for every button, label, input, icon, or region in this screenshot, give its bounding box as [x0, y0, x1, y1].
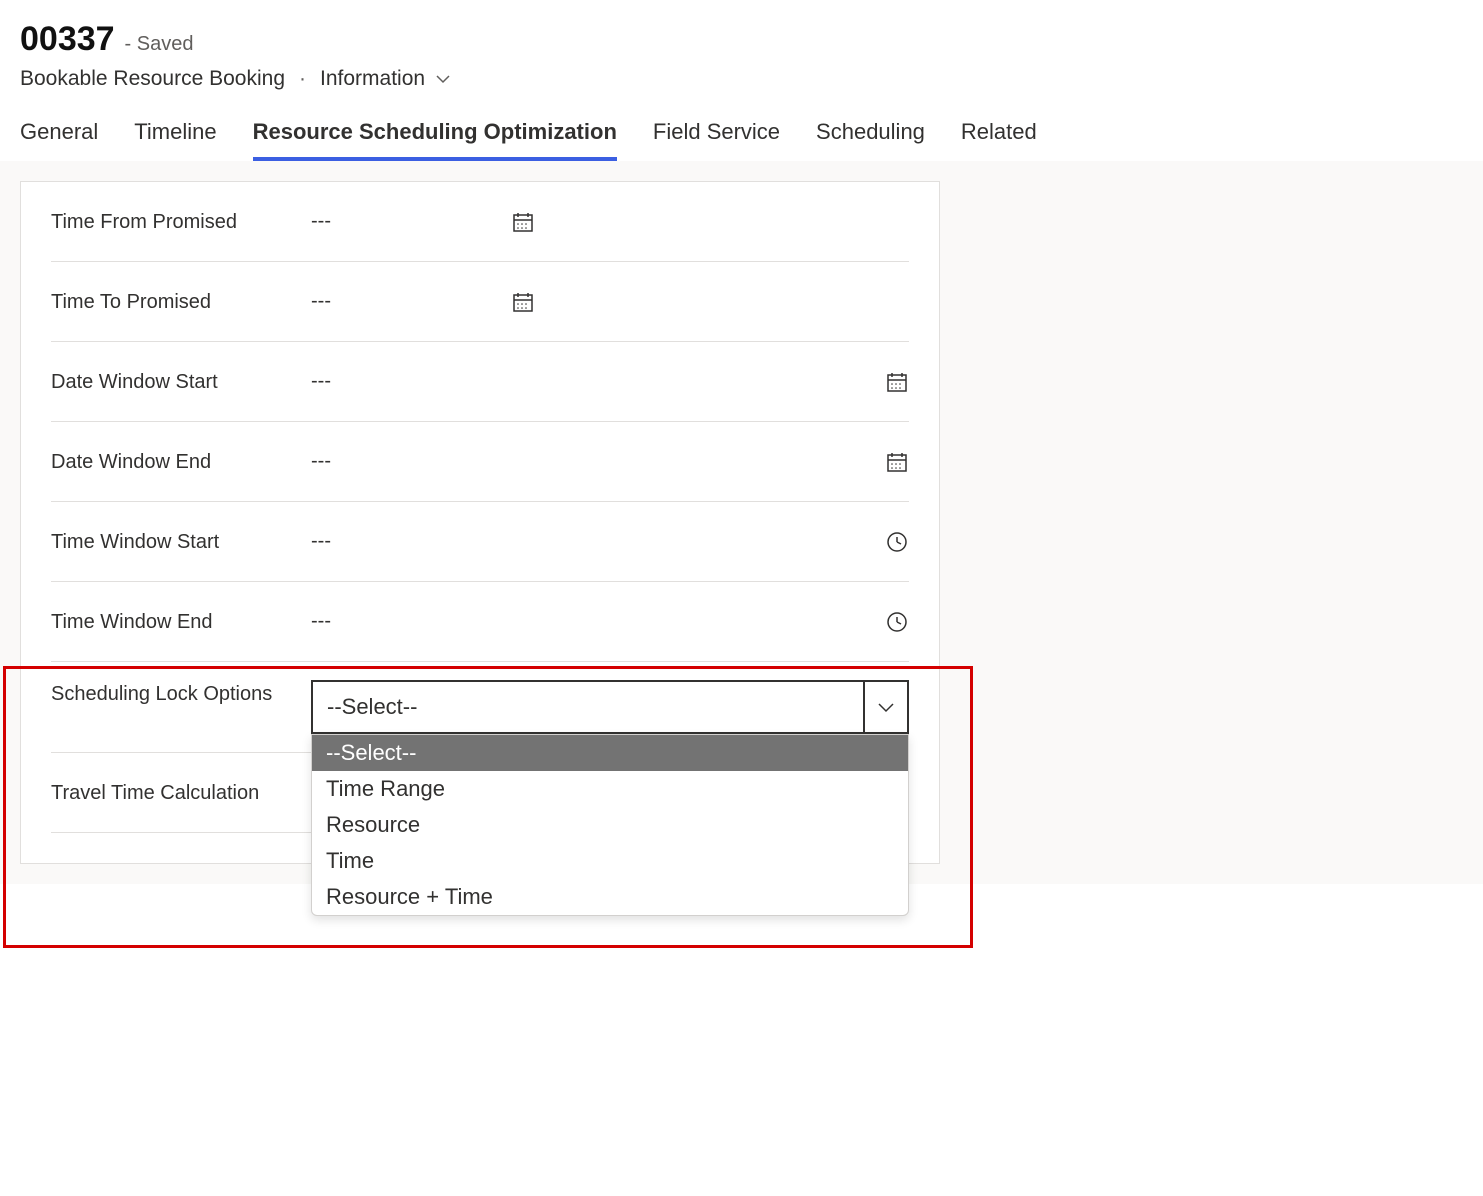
- tab-field-service[interactable]: Field Service: [653, 119, 780, 161]
- calendar-icon[interactable]: [885, 450, 909, 474]
- form-name: Information: [320, 67, 425, 91]
- field-value: ---: [311, 450, 331, 473]
- tab-scheduling[interactable]: Scheduling: [816, 119, 925, 161]
- field-value: ---: [311, 290, 331, 313]
- tab-resource-scheduling-optimization[interactable]: Resource Scheduling Optimization: [253, 119, 617, 161]
- field-label: Time To Promised: [51, 288, 311, 316]
- scheduling-lock-dropdown: --Select-- Time Range Resource Time Reso…: [311, 734, 909, 916]
- field-value: ---: [311, 370, 331, 393]
- chevron-down-icon: [431, 67, 455, 91]
- field-label: Date Window End: [51, 448, 311, 476]
- dropdown-option-time-range[interactable]: Time Range: [312, 771, 908, 807]
- calendar-icon[interactable]: [885, 370, 909, 394]
- field-scheduling-lock-options[interactable]: Scheduling Lock Options --Select-- --Sel…: [51, 662, 909, 753]
- tab-list: General Timeline Resource Scheduling Opt…: [0, 101, 1483, 161]
- field-label: Travel Time Calculation: [51, 779, 311, 807]
- field-label: Time From Promised: [51, 208, 311, 236]
- field-date-window-start[interactable]: Date Window Start ---: [51, 342, 909, 422]
- record-title: 00337: [20, 20, 115, 59]
- clock-icon[interactable]: [885, 530, 909, 554]
- field-time-from-promised[interactable]: Time From Promised ---: [51, 182, 909, 262]
- separator-dot: ·: [299, 67, 306, 91]
- field-label: Scheduling Lock Options: [51, 680, 311, 708]
- calendar-icon[interactable]: [511, 290, 535, 314]
- dropdown-option-select[interactable]: --Select--: [312, 735, 908, 771]
- record-header: 00337 - Saved Bookable Resource Booking …: [0, 0, 1483, 101]
- dropdown-option-resource-time[interactable]: Resource + Time: [312, 879, 908, 915]
- content-area: Time From Promised --- Time To Promised …: [0, 161, 1483, 884]
- clock-icon[interactable]: [885, 610, 909, 634]
- field-time-window-end[interactable]: Time Window End ---: [51, 582, 909, 662]
- field-label: Time Window End: [51, 608, 311, 636]
- form-card: Time From Promised --- Time To Promised …: [20, 181, 940, 864]
- dropdown-option-time[interactable]: Time: [312, 843, 908, 879]
- field-value: ---: [311, 210, 331, 233]
- field-label: Time Window Start: [51, 528, 311, 556]
- chevron-down-icon: [863, 682, 907, 732]
- field-time-window-start[interactable]: Time Window Start ---: [51, 502, 909, 582]
- field-value: ---: [311, 530, 331, 553]
- scheduling-lock-select[interactable]: --Select--: [311, 680, 909, 734]
- calendar-icon[interactable]: [511, 210, 535, 234]
- field-date-window-end[interactable]: Date Window End ---: [51, 422, 909, 502]
- dropdown-option-resource[interactable]: Resource: [312, 807, 908, 843]
- tab-related[interactable]: Related: [961, 119, 1037, 161]
- tab-timeline[interactable]: Timeline: [134, 119, 216, 161]
- field-label: Date Window Start: [51, 368, 311, 396]
- entity-name: Bookable Resource Booking: [20, 67, 285, 91]
- form-selector[interactable]: Information: [320, 67, 455, 91]
- field-time-to-promised[interactable]: Time To Promised ---: [51, 262, 909, 342]
- field-value: ---: [311, 610, 331, 633]
- select-value: --Select--: [327, 694, 417, 720]
- tab-general[interactable]: General: [20, 119, 98, 161]
- save-status: - Saved: [125, 33, 194, 56]
